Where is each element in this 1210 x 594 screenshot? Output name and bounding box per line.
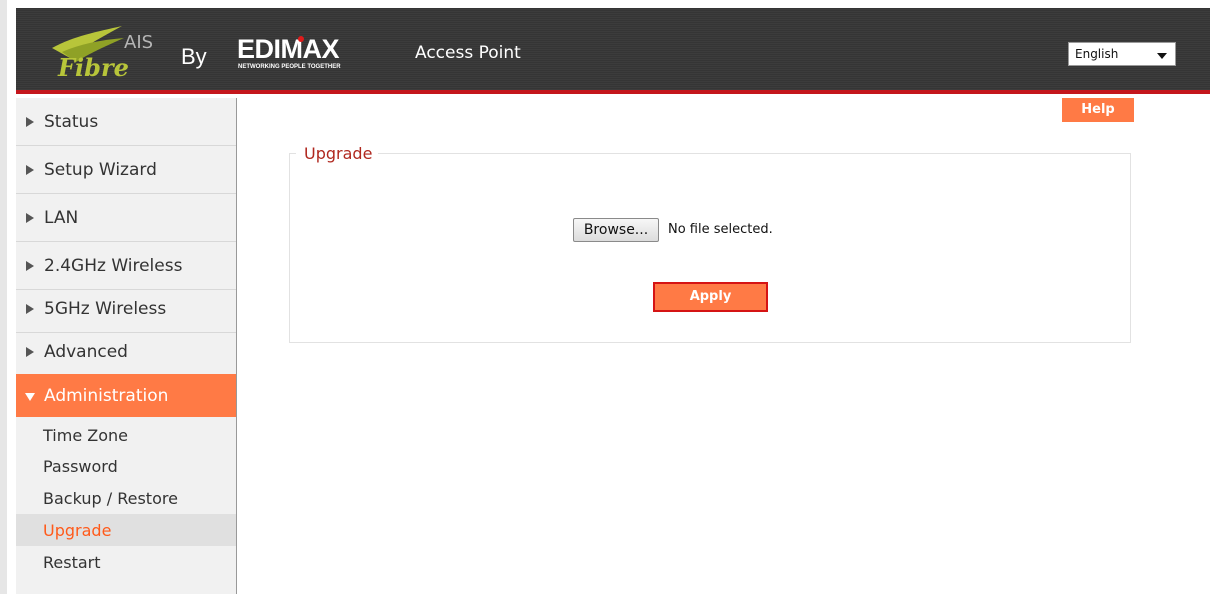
submenu-item-time-zone[interactable]: Time Zone	[16, 419, 236, 451]
language-select[interactable]: English	[1068, 42, 1176, 66]
by-label: By	[181, 44, 207, 69]
triangle-right-icon	[26, 260, 34, 271]
triangle-right-icon	[26, 346, 34, 357]
submenu-item-restart[interactable]: Restart	[16, 546, 236, 578]
chevron-down-icon	[1157, 53, 1167, 59]
sidebar-item-label: 2.4GHz Wireless	[44, 255, 183, 276]
sidebar-item-label: Advanced	[44, 341, 128, 362]
sidebar-item-administration[interactable]: Administration	[16, 374, 236, 417]
sidebar-item-status[interactable]: Status	[16, 98, 236, 146]
sidebar-item-label: LAN	[44, 207, 79, 228]
header-bar: AIS Fibre By EDIMAX NETWORKING PEOPLE TO…	[16, 8, 1210, 94]
triangle-right-icon	[26, 164, 34, 175]
svg-text:EDIMAX: EDIMAX	[237, 36, 339, 64]
triangle-down-icon	[25, 392, 35, 401]
svg-text:Fibre: Fibre	[57, 53, 129, 82]
sidebar-item-lan[interactable]: LAN	[16, 194, 236, 242]
sidebar-item-advanced[interactable]: Advanced	[16, 328, 236, 376]
sidebar: Status Setup Wizard LAN 2.4GHz Wireless …	[16, 98, 237, 594]
submenu-item-label: Time Zone	[43, 425, 128, 445]
sidebar-item-label: Administration	[44, 385, 169, 406]
browse-button[interactable]: Browse...	[573, 218, 659, 242]
app-title: Access Point	[415, 43, 521, 63]
triangle-right-icon	[26, 303, 34, 314]
svg-text:NETWORKING PEOPLE TOGETHER: NETWORKING PEOPLE TOGETHER	[238, 64, 341, 70]
help-button[interactable]: Help	[1062, 98, 1134, 122]
submenu-item-password[interactable]: Password	[16, 450, 236, 482]
sidebar-item-label: Status	[44, 111, 99, 132]
file-status-text: No file selected.	[668, 222, 773, 237]
sidebar-item-setup-wizard[interactable]: Setup Wizard	[16, 146, 236, 194]
triangle-right-icon	[26, 212, 34, 223]
edimax-logo: EDIMAX NETWORKING PEOPLE TOGETHER	[237, 36, 341, 70]
sidebar-item-label: 5GHz Wireless	[44, 298, 167, 319]
submenu-item-label: Backup / Restore	[43, 488, 178, 508]
submenu-item-label: Restart	[43, 552, 101, 572]
submenu-item-label: Password	[43, 456, 118, 476]
upgrade-panel	[289, 153, 1131, 343]
ais-fibre-logo: AIS Fibre	[52, 26, 153, 82]
submenu-item-upgrade[interactable]: Upgrade	[16, 514, 236, 546]
svg-text:AIS: AIS	[124, 32, 153, 53]
sidebar-item-label: Setup Wizard	[44, 159, 157, 180]
section-title: Upgrade	[296, 144, 379, 163]
sidebar-item-2-4ghz-wireless[interactable]: 2.4GHz Wireless	[16, 242, 236, 290]
submenu-item-label: Upgrade	[43, 520, 112, 540]
sidebar-item-5ghz-wireless[interactable]: 5GHz Wireless	[16, 285, 236, 333]
apply-button[interactable]: Apply	[653, 282, 768, 312]
submenu-item-backup-restore[interactable]: Backup / Restore	[16, 482, 236, 514]
language-value: English	[1075, 47, 1119, 61]
triangle-right-icon	[26, 116, 34, 127]
